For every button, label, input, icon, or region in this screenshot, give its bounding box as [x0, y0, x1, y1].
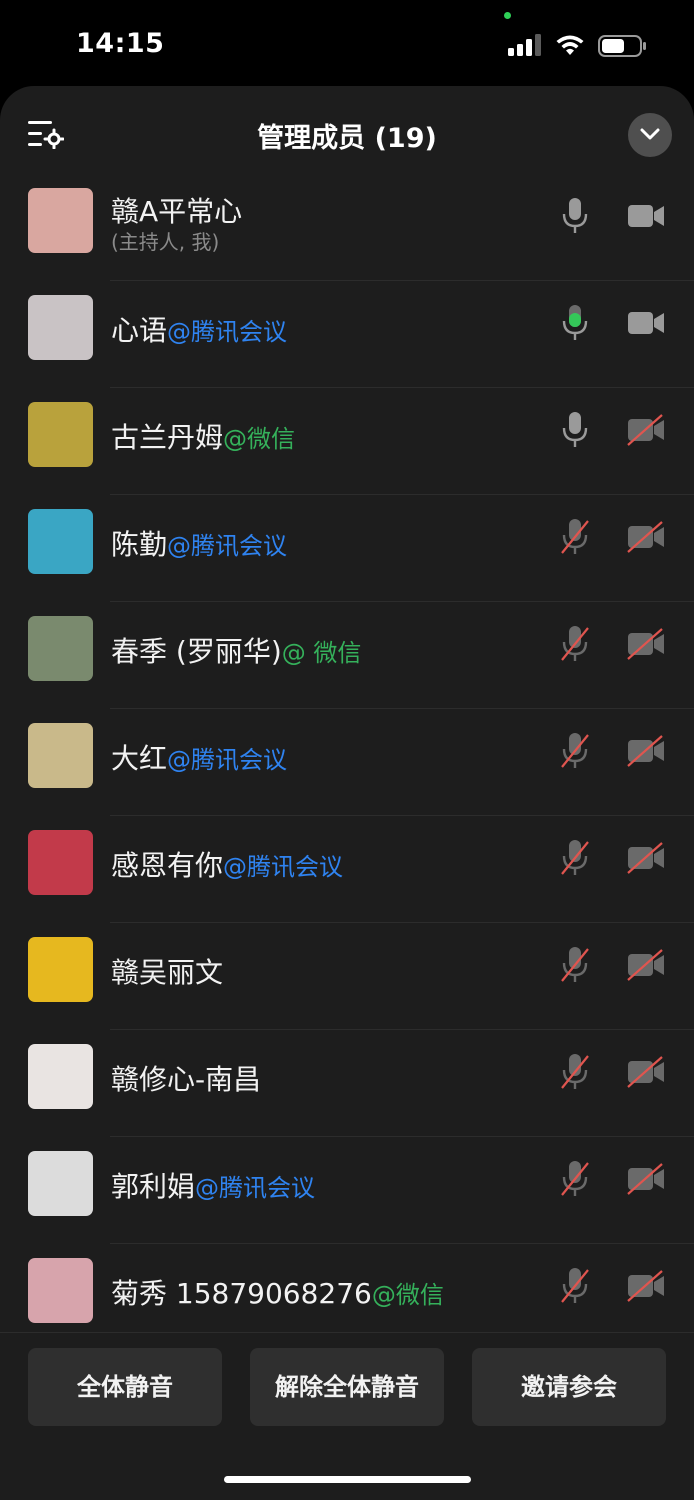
member-source-tag: @腾讯会议	[195, 1174, 316, 1202]
battery-icon	[598, 35, 646, 57]
member-name: 感恩有你	[111, 849, 224, 882]
member-name-line: 菊秀 15879068276@微信	[111, 1272, 444, 1312]
member-row[interactable]: 赣修心-南昌	[0, 1030, 694, 1137]
mic-muted-icon[interactable]	[559, 1266, 591, 1306]
avatar	[28, 402, 93, 467]
mic-icon[interactable]	[559, 196, 591, 236]
member-row[interactable]: 春季 (罗丽华)@ 微信	[0, 602, 694, 709]
member-name-line: 心语@腾讯会议	[111, 309, 287, 349]
page-title: 管理成员 (19)	[257, 123, 437, 154]
mic-muted-icon[interactable]	[559, 838, 591, 878]
member-row[interactable]: 赣吴丽文	[0, 923, 694, 1030]
camera-icon[interactable]	[626, 198, 666, 234]
status-time: 14:15	[76, 28, 165, 59]
member-name-line: 大红@腾讯会议	[111, 737, 287, 777]
avatar	[28, 1151, 93, 1216]
member-name: 赣吴丽文	[111, 956, 224, 989]
avatar	[28, 188, 93, 253]
invite-button[interactable]: 邀请参会	[472, 1348, 666, 1426]
member-name-line: 感恩有你@腾讯会议	[111, 844, 343, 884]
mic-muted-icon[interactable]	[559, 945, 591, 985]
avatar	[28, 723, 93, 788]
sheet-header: 管理成员 (19)	[0, 86, 694, 182]
camera-off-icon[interactable]	[626, 1161, 666, 1197]
member-name-line: 赣修心-南昌	[111, 1058, 261, 1098]
mic-icon[interactable]	[559, 303, 591, 343]
member-name: 大红	[111, 742, 168, 775]
member-source-tag: @腾讯会议	[167, 746, 288, 774]
camera-off-icon[interactable]	[626, 840, 666, 876]
camera-off-icon[interactable]	[626, 733, 666, 769]
members-sheet: 管理成员 (19) 赣A平常心 (主持人, 我) 心语@腾讯会议 古兰丹姆@微信 陈勤@…	[0, 86, 694, 1500]
member-name: 郭利娟	[111, 1170, 196, 1203]
mic-muted-icon[interactable]	[559, 624, 591, 664]
avatar	[28, 1258, 93, 1323]
member-row[interactable]: 心语@腾讯会议	[0, 281, 694, 388]
avatar	[28, 937, 93, 1002]
member-name: 陈勤	[111, 528, 168, 561]
member-name-line: 春季 (罗丽华)@ 微信	[111, 630, 361, 670]
avatar	[28, 509, 93, 574]
mic-muted-icon[interactable]	[559, 1052, 591, 1092]
unmute-all-button[interactable]: 解除全体静音	[250, 1348, 444, 1426]
mic-muted-icon[interactable]	[559, 517, 591, 557]
camera-off-icon[interactable]	[626, 519, 666, 555]
member-name: 古兰丹姆	[111, 421, 224, 454]
mute-all-button[interactable]: 全体静音	[28, 1348, 222, 1426]
member-name: 赣A平常心	[111, 195, 243, 228]
member-row[interactable]: 感恩有你@腾讯会议	[0, 816, 694, 923]
collapse-button[interactable]	[628, 113, 672, 157]
cellular-signal-icon	[508, 34, 541, 56]
member-source-tag: @腾讯会议	[167, 532, 288, 560]
member-row[interactable]: 赣A平常心 (主持人, 我)	[0, 174, 694, 281]
member-source-tag: @微信	[223, 425, 296, 453]
avatar	[28, 830, 93, 895]
member-name-line: 赣吴丽文	[111, 951, 223, 991]
mic-icon[interactable]	[559, 410, 591, 450]
wifi-icon	[556, 35, 584, 55]
member-source-tag: @腾讯会议	[223, 853, 344, 881]
member-name: 菊秀 15879068276	[111, 1277, 372, 1310]
member-source-tag: @腾讯会议	[167, 318, 288, 346]
camera-off-icon[interactable]	[626, 947, 666, 983]
member-row[interactable]: 陈勤@腾讯会议	[0, 495, 694, 602]
member-name: 心语	[111, 314, 168, 347]
bottom-action-bar: 全体静音 解除全体静音 邀请参会	[0, 1332, 694, 1500]
status-bar: 14:15	[0, 0, 694, 86]
member-role: (主持人, 我)	[111, 230, 220, 254]
camera-icon[interactable]	[626, 305, 666, 341]
avatar	[28, 616, 93, 681]
member-name: 赣修心-南昌	[111, 1063, 262, 1096]
member-source-tag: @ 微信	[281, 639, 362, 667]
member-row[interactable]: 郭利娟@腾讯会议	[0, 1137, 694, 1244]
avatar	[28, 1044, 93, 1109]
chevron-down-icon	[640, 128, 660, 140]
member-name-line: 古兰丹姆@微信	[111, 416, 295, 456]
member-row[interactable]: 大红@腾讯会议	[0, 709, 694, 816]
camera-off-icon[interactable]	[626, 626, 666, 662]
mic-muted-icon[interactable]	[559, 731, 591, 771]
camera-off-icon[interactable]	[626, 1054, 666, 1090]
member-source-tag: @微信	[371, 1281, 444, 1309]
member-row[interactable]: 古兰丹姆@微信	[0, 388, 694, 495]
camera-off-icon[interactable]	[626, 1268, 666, 1304]
privacy-indicator	[504, 12, 511, 19]
member-name-line: 赣A平常心	[111, 190, 242, 230]
member-list: 赣A平常心 (主持人, 我) 心语@腾讯会议 古兰丹姆@微信 陈勤@腾讯会议 春季 (罗丽…	[0, 174, 694, 1351]
home-indicator	[224, 1476, 471, 1483]
avatar	[28, 295, 93, 360]
member-name: 春季 (罗丽华)	[111, 635, 282, 668]
member-name-line: 陈勤@腾讯会议	[111, 523, 287, 563]
mic-muted-icon[interactable]	[559, 1159, 591, 1199]
camera-off-icon[interactable]	[626, 412, 666, 448]
member-name-line: 郭利娟@腾讯会议	[111, 1165, 315, 1205]
